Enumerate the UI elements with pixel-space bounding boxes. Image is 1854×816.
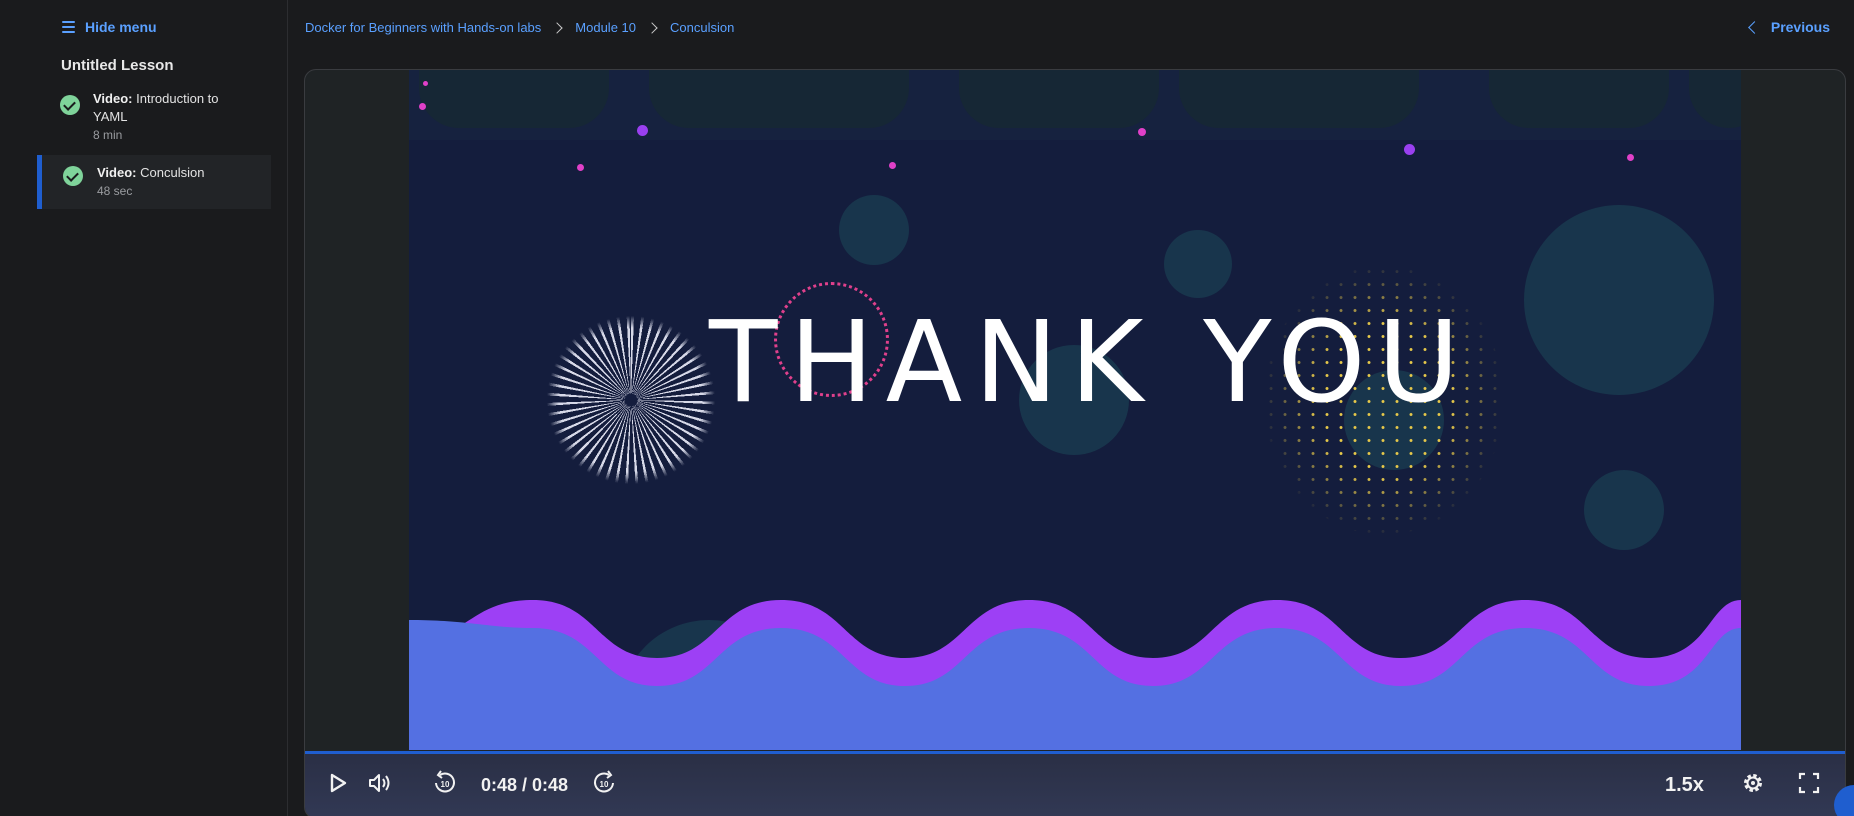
lesson-item-conculsion[interactable]: Video: Conculsion 48 sec (37, 155, 271, 209)
previous-button[interactable]: Previous (1747, 19, 1830, 35)
chevron-right-icon (646, 21, 658, 34)
chevron-right-icon (551, 21, 563, 34)
hide-menu-button[interactable]: Hide menu (62, 19, 157, 35)
settings-button[interactable] (1738, 768, 1768, 798)
play-icon (330, 773, 347, 793)
slide-decoration (1489, 70, 1669, 128)
lesson-item-duration: 48 sec (97, 184, 133, 198)
check-circle-icon (60, 95, 80, 115)
lesson-title: Untitled Lesson (61, 57, 174, 74)
chevron-left-icon (1747, 20, 1761, 34)
playback-speed-button[interactable]: 1.5x (1665, 774, 1704, 797)
confetti-dot (419, 103, 426, 110)
lesson-item-introduction-to-yaml[interactable]: Video: Introduction to YAML 8 min (38, 90, 272, 148)
video-player[interactable]: THANK YOU 10 0:48 / 0:48 10 1.5x (304, 69, 1846, 816)
lesson-item-kind: Video: (97, 165, 137, 180)
confetti-dot (889, 162, 896, 169)
slide-bubble (839, 195, 909, 265)
previous-label: Previous (1770, 19, 1830, 35)
time-display: 0:48 / 0:48 (481, 775, 569, 795)
slide-decoration (649, 70, 909, 128)
slide-bubble (1164, 230, 1232, 298)
breadcrumb: Docker for Beginners with Hands-on labs … (305, 20, 734, 35)
lesson-item-kind: Video: (93, 91, 133, 106)
slide-waves (409, 600, 1741, 750)
hamburger-icon (62, 21, 75, 33)
slide-decoration (419, 70, 609, 128)
rewind-10-button[interactable]: 10 (430, 768, 460, 798)
play-button[interactable] (323, 768, 353, 798)
breadcrumb-lesson[interactable]: Conculsion (670, 20, 734, 35)
volume-button[interactable] (365, 768, 395, 798)
forward-seconds: 10 (600, 780, 609, 789)
breadcrumb-module[interactable]: Module 10 (575, 20, 636, 35)
rewind-seconds: 10 (441, 780, 450, 789)
forward-10-icon: 10 (594, 770, 614, 793)
slide-title: THANK YOU (709, 298, 1472, 428)
forward-10-button[interactable]: 10 (589, 768, 619, 798)
confetti-dot (423, 81, 428, 86)
rewind-10-icon: 10 (435, 770, 455, 793)
confetti-dot (577, 164, 584, 171)
slide-decoration (1689, 70, 1741, 128)
lesson-item-duration: 8 min (93, 128, 123, 142)
slide-bubble (1584, 470, 1664, 550)
fullscreen-icon (1798, 772, 1820, 794)
slide-bubble (1524, 205, 1714, 395)
app: Hide menu Untitled Lesson Video: Introdu… (0, 0, 1854, 816)
volume-icon (369, 774, 390, 792)
check-circle-icon (63, 166, 83, 186)
video-frame[interactable]: THANK YOU (409, 70, 1741, 750)
slide-top-banner (409, 70, 1741, 140)
confetti-dot (1138, 128, 1146, 136)
confetti-dot (1404, 144, 1415, 155)
confetti-dot (637, 125, 648, 136)
video-controls: 10 0:48 / 0:48 10 1.5x (305, 754, 1845, 816)
lesson-item-title: Conculsion (140, 165, 205, 180)
slide-decoration (1179, 70, 1419, 128)
fullscreen-button[interactable] (1794, 768, 1824, 798)
breadcrumb-course[interactable]: Docker for Beginners with Hands-on labs (305, 20, 541, 35)
sidebar: Hide menu Untitled Lesson Video: Introdu… (0, 0, 288, 816)
firework-burst (546, 315, 716, 485)
hide-menu-label: Hide menu (85, 19, 157, 35)
lesson-item-label: Video: Introduction to YAML (93, 90, 243, 126)
confetti-dot (1627, 154, 1634, 161)
slide-decoration (959, 70, 1159, 128)
gear-icon (1744, 774, 1762, 792)
lesson-item-label: Video: Conculsion (97, 155, 271, 182)
